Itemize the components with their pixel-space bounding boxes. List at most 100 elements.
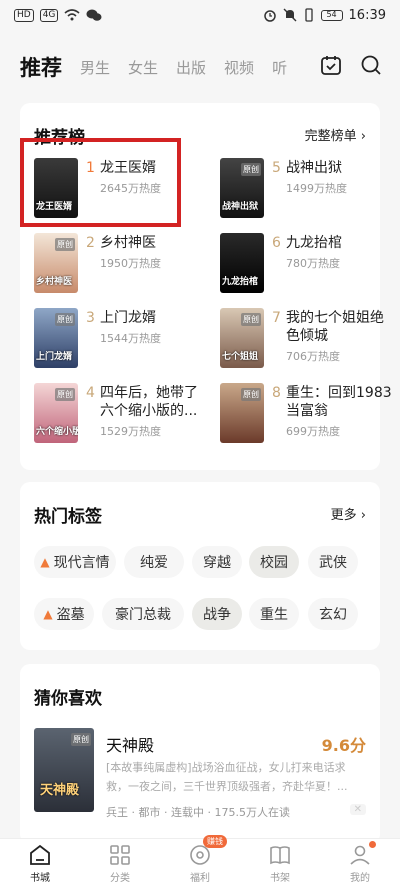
cover-title: 战神出狱 (222, 202, 259, 212)
wifi-icon (64, 9, 80, 21)
book-name: 乡村神医 (100, 235, 156, 251)
ranking-item[interactable]: 原创上门龙婿 3 上门龙婿 1544万热度 (34, 308, 209, 376)
tab-publish[interactable]: 出版 (176, 57, 206, 78)
book-cover: 九龙抬棺 (220, 233, 264, 293)
tag-label: 重生 (260, 607, 288, 623)
cover-title: 七个姐姐 (222, 352, 259, 362)
ranking-item[interactable]: 原创 七个姐姐 7 我的七个姐姐绝色倾城 706万热度 (220, 308, 395, 376)
tag-chip[interactable]: 玄幻 (308, 598, 358, 630)
nav-welfare[interactable]: 赚钱 福利 (165, 835, 235, 884)
battery-icon: 54 (320, 9, 343, 21)
top-tabs: 推荐 男生 女生 出版 视频 听 (0, 42, 400, 92)
tag-label: 武侠 (319, 555, 347, 571)
tag-label: 豪门总裁 (115, 607, 171, 623)
checkin-calendar-icon[interactable] (320, 54, 342, 76)
cover-badge: 原创 (241, 388, 261, 401)
nav-profile[interactable]: 我的 (325, 841, 395, 884)
cover-badge: 原创 (71, 733, 91, 746)
book-meta: 兵王 · 都市 · 连载中 · 175.5万人在读 (106, 806, 290, 819)
rank-number: 7 (272, 310, 281, 326)
guess-card: 猜你喜欢 原创 天神殿 天神殿 9.6分 [本故事纯属虚构]战场浴血征战，女儿打… (20, 664, 380, 844)
heat-count: 780万热度 (286, 257, 340, 270)
tag-chip[interactable]: 穿越 (192, 546, 242, 578)
rank-number: 5 (272, 160, 281, 176)
tag-chip[interactable]: 校园 (249, 546, 299, 578)
cover-badge: 原创 (55, 238, 75, 251)
heat-count: 699万热度 (286, 425, 340, 438)
cover-title: 天神殿 (40, 783, 80, 798)
clock: 16:39 (348, 7, 386, 23)
cover-title: 六个缩小版 (36, 427, 78, 437)
guess-title: 猜你喜欢 (34, 689, 102, 709)
tag-label: 盗墓 (56, 607, 85, 623)
dismiss-button[interactable]: ✕ (349, 804, 366, 815)
highlight-box (20, 138, 181, 227)
book-name: 重生：回到1983当富翁 (286, 385, 392, 419)
cover-title: 上门龙婿 (36, 352, 73, 362)
tag-chip[interactable]: ▲ 现代言情 (34, 546, 116, 578)
tab-video[interactable]: 视频 (224, 57, 254, 78)
header-actions (320, 54, 382, 76)
ranking-item[interactable]: 九龙抬棺 6 九龙抬棺 780万热度 (220, 233, 395, 301)
book-cover: 原创上门龙婿 (34, 308, 78, 368)
status-right: 54 16:39 (263, 8, 386, 23)
earn-badge: 赚钱 (203, 835, 227, 848)
nav-label: 书城 (30, 873, 50, 884)
rank-number: 4 (86, 385, 95, 401)
book-cover: 原创乡村神医 (34, 233, 78, 293)
book-title[interactable]: 天神殿 (106, 732, 154, 756)
more-tags-link[interactable]: 更多 › (331, 504, 366, 523)
nav-bookshelf[interactable]: 书架 (245, 843, 315, 884)
cover-badge: 原创 (241, 163, 261, 176)
rank-number: 3 (86, 310, 95, 326)
cover-badge: 原创 (55, 313, 75, 326)
tag-chip[interactable]: 纯爱 (124, 546, 184, 578)
cover-title: 乡村神医 (36, 277, 73, 287)
tab-male[interactable]: 男生 (80, 57, 110, 78)
bottom-nav: 书城 分类 赚钱 福利 书架 我的 (0, 835, 400, 888)
ranking-item[interactable]: 原创 8 重生：回到1983当富翁 699万热度 (220, 383, 395, 451)
book-cover: 原创 (220, 383, 264, 443)
book-name: 四年后，她带了六个缩小版的... (100, 385, 198, 419)
rank-number: 2 (86, 235, 95, 251)
fire-icon: ▲ (43, 607, 53, 621)
book-description: [本故事纯属虚构]战场浴血征战，女儿打来电话求救，一夜之间，三千世界顶级强者，齐… (106, 761, 348, 793)
rank-number: 6 (272, 235, 281, 251)
tag-chip[interactable]: 武侠 (308, 546, 358, 578)
tag-chip[interactable]: 豪门总裁 (102, 598, 184, 630)
cover-badge: 原创 (55, 388, 75, 401)
book-name: 九龙抬棺 (286, 235, 342, 251)
tab-recommend[interactable]: 推荐 (20, 52, 62, 82)
heat-count: 1499万热度 (286, 182, 347, 195)
ranking-item[interactable]: 原创六个缩小版 4 四年后，她带了六个缩小版的... 1529万热度 (34, 383, 209, 451)
vibrate-icon (304, 8, 313, 22)
hot-tags-card: 热门标签 更多 › ▲ 现代言情 纯爱 穿越 校园 武侠 ▲ 盗墓 豪门总裁 战争 重生 玄幻 (20, 482, 380, 650)
nav-label: 分类 (110, 873, 130, 884)
tag-chip[interactable]: ▲ 盗墓 (34, 598, 94, 630)
book-cover[interactable]: 原创 天神殿 (34, 728, 94, 812)
hd-badge: HD (14, 8, 34, 22)
book-name: 战神出狱 (286, 160, 342, 176)
nav-category[interactable]: 分类 (85, 843, 155, 884)
tag-chip[interactable]: 战争 (192, 598, 242, 630)
cover-badge: 原创 (241, 313, 261, 326)
tag-label: 玄幻 (319, 607, 347, 623)
full-ranking-link[interactable]: 完整榜单 › (305, 125, 366, 144)
ranking-item[interactable]: 原创 战神出狱 5 战神出狱 1499万热度 (220, 158, 395, 226)
heat-count: 1529万热度 (100, 425, 161, 438)
fire-icon: ▲ (40, 555, 50, 569)
search-icon[interactable] (360, 54, 382, 76)
status-bar: HD 4G 54 16:39 (0, 0, 400, 30)
tab-female[interactable]: 女生 (128, 57, 158, 78)
tag-chip[interactable]: 重生 (249, 598, 299, 630)
cover-title: 九龙抬棺 (222, 277, 259, 287)
heat-count: 1544万热度 (100, 332, 161, 345)
rank-number: 8 (272, 385, 281, 401)
book-name: 我的七个姐姐绝色倾城 (286, 310, 384, 344)
user-icon (350, 845, 370, 865)
tab-listen[interactable]: 听 (272, 57, 287, 78)
book-cover: 原创战神出狱 (220, 158, 264, 218)
ranking-item[interactable]: 原创 乡村神医 2 乡村神医 1950万热度 (34, 233, 209, 301)
nav-bookstore[interactable]: 书城 (5, 843, 75, 884)
nav-label: 福利 (190, 873, 210, 884)
